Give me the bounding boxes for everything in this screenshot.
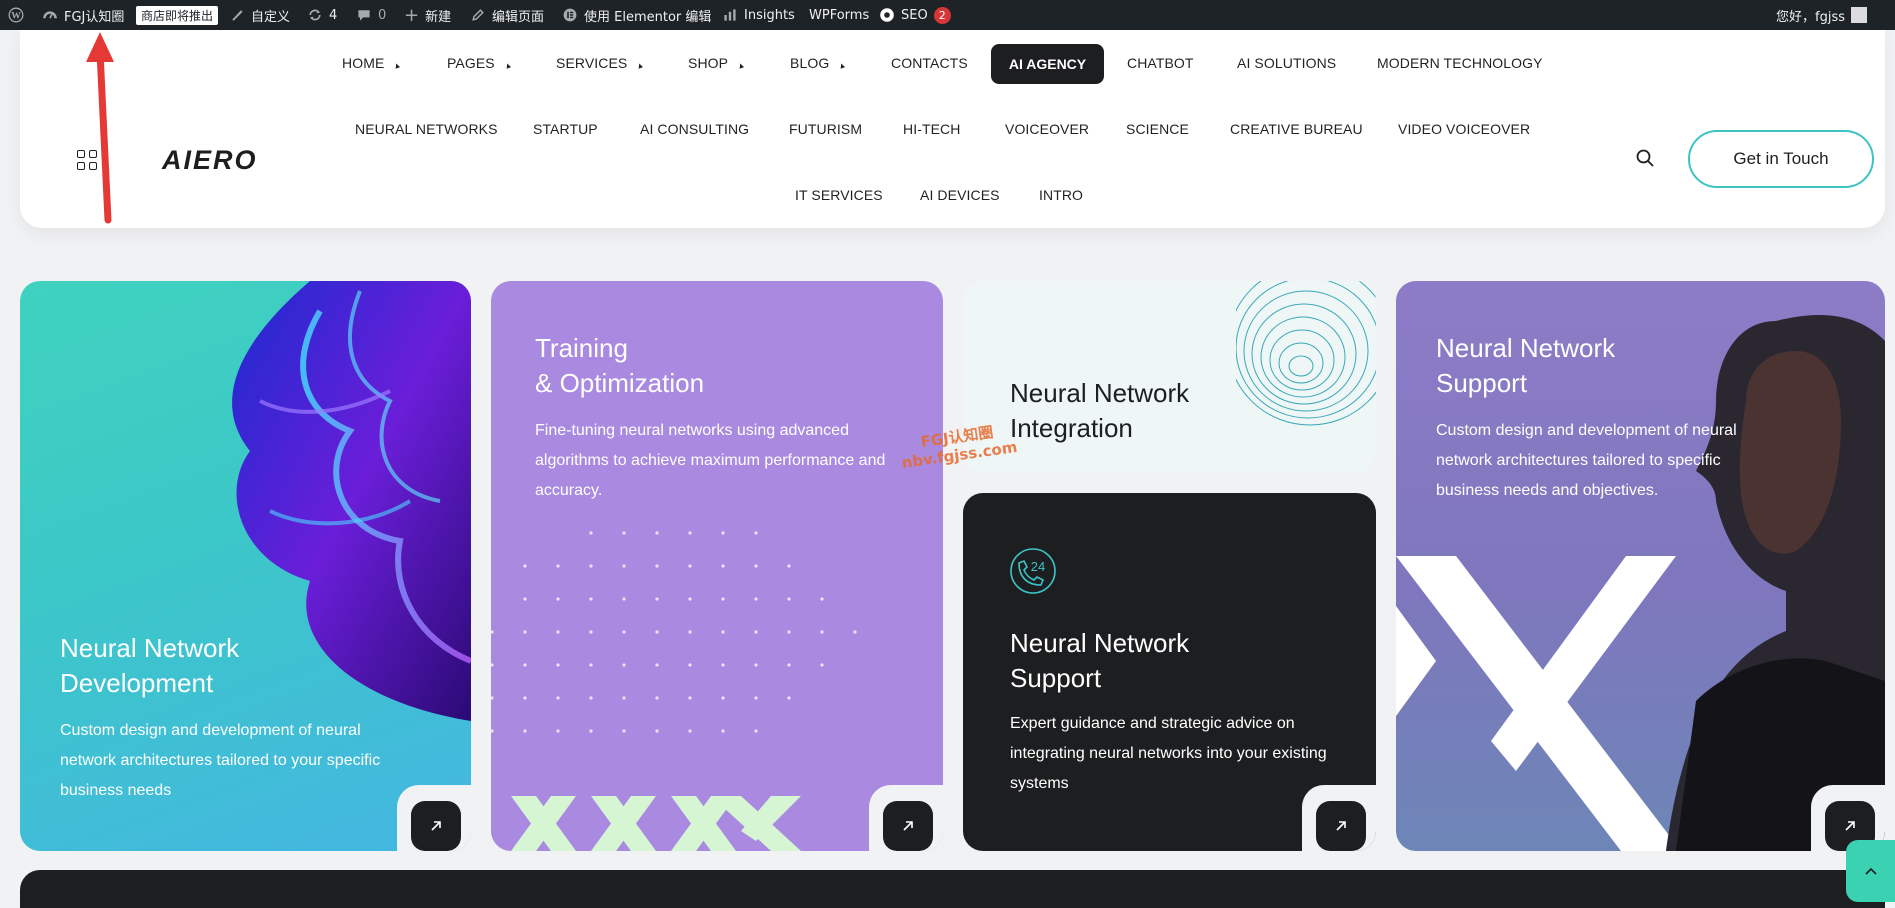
service-card-integration[interactable]: Neural Network Integration bbox=[963, 281, 1376, 473]
comment-icon bbox=[358, 10, 370, 21]
nav-creative-bureau[interactable]: CREATIVE BUREAU bbox=[1230, 121, 1363, 137]
site-logo[interactable]: AIERO bbox=[162, 145, 258, 176]
nav-modern-technology[interactable]: MODERN TECHNOLOGY bbox=[1377, 55, 1543, 71]
wordpress-logo-icon[interactable]: W bbox=[8, 0, 24, 30]
nav-shop[interactable]: SHOP ▲ bbox=[688, 55, 747, 72]
service-card-support-dark[interactable]: 24 Neural Network Support Expert guidanc… bbox=[963, 493, 1376, 851]
nav-ai-consulting[interactable]: AI CONSULTING bbox=[640, 121, 749, 137]
site-name: FGJ认知圈 bbox=[64, 9, 125, 25]
dashboard-icon bbox=[43, 11, 57, 19]
nav-contacts[interactable]: CONTACTS bbox=[891, 55, 968, 71]
nav-startup[interactable]: STARTUP bbox=[533, 121, 598, 137]
nav-ai-devices[interactable]: AI DEVICES bbox=[920, 187, 1000, 203]
search-icon[interactable] bbox=[1635, 148, 1655, 168]
edit-page-link[interactable]: 编辑页面 bbox=[470, 0, 544, 30]
wpforms-label: WPForms bbox=[809, 7, 870, 23]
card-title: Neural Network Integration bbox=[1010, 378, 1190, 443]
insights-label: Insights bbox=[744, 7, 795, 23]
nav-home[interactable]: HOME ▲ bbox=[342, 55, 403, 72]
dark-section bbox=[20, 870, 1885, 908]
card-description: Custom design and development of neural … bbox=[60, 722, 381, 799]
annotation-arrow-icon bbox=[86, 32, 114, 224]
nav-pages[interactable]: PAGES ▲ bbox=[447, 55, 514, 72]
nav-services[interactable]: SERVICES ▲ bbox=[556, 55, 646, 72]
admin-bar: W FGJ认知圈 商店即将推出 自定义 4 0 + 新建 编辑页面 使用 Ele… bbox=[0, 0, 1895, 30]
nav-it-services[interactable]: IT SERVICES bbox=[795, 187, 883, 203]
concentric-rings-icon bbox=[1236, 281, 1376, 426]
nav-video-voiceover[interactable]: VIDEO VOICEOVER bbox=[1398, 121, 1530, 137]
brush-icon bbox=[232, 10, 243, 21]
wpforms-link[interactable]: WPForms bbox=[809, 0, 869, 30]
nav-neural-networks[interactable]: NEURAL NETWORKS bbox=[355, 121, 498, 137]
card-title: Training & Optimization bbox=[535, 333, 705, 398]
updates-link[interactable]: 4 bbox=[307, 0, 337, 30]
seo-gear-icon bbox=[880, 8, 894, 22]
scroll-to-top-button[interactable] bbox=[1846, 840, 1895, 902]
nav-ai-solutions[interactable]: AI SOLUTIONS bbox=[1237, 55, 1336, 71]
new-label: 新建 bbox=[425, 9, 452, 25]
card-title: Neural Network Support bbox=[1010, 628, 1190, 693]
comments-count: 0 bbox=[378, 7, 387, 23]
svg-text:W: W bbox=[11, 11, 21, 22]
pencil-icon bbox=[472, 9, 484, 21]
avatar bbox=[1851, 7, 1867, 23]
greeting-label: 您好，fgjss bbox=[1776, 9, 1845, 25]
elementor-edit-link[interactable]: 使用 Elementor 编辑 bbox=[562, 0, 711, 30]
customize-label: 自定义 bbox=[251, 9, 291, 25]
get-in-touch-button[interactable]: Get in Touch bbox=[1688, 130, 1874, 188]
seo-notification-count: 2 bbox=[933, 6, 951, 24]
service-card-support-person[interactable]: Neural Network Support Custom design and… bbox=[1396, 281, 1885, 851]
new-content-menu[interactable]: + 新建 bbox=[404, 0, 451, 30]
service-card-training[interactable]: Training & Optimization Fine-tuning neur… bbox=[491, 281, 943, 851]
elementor-icon bbox=[563, 8, 577, 22]
edit-page-label: 编辑页面 bbox=[492, 9, 545, 25]
arrow-up-right-icon[interactable] bbox=[411, 801, 461, 851]
elementor-edit-label: 使用 Elementor 编辑 bbox=[584, 9, 712, 25]
caret-icon: ▲ bbox=[635, 59, 646, 72]
comments-link[interactable]: 0 bbox=[356, 0, 386, 30]
caret-icon: ▲ bbox=[837, 59, 848, 72]
customize-link[interactable]: 自定义 bbox=[229, 0, 290, 30]
nav-ai-agency[interactable]: AI AGENCY bbox=[991, 44, 1104, 84]
caret-icon: ▲ bbox=[392, 59, 403, 72]
updates-count: 4 bbox=[329, 7, 338, 23]
nav-science[interactable]: SCIENCE bbox=[1126, 121, 1189, 137]
large-x-graphic-icon bbox=[1396, 556, 1681, 851]
nav-intro[interactable]: INTRO bbox=[1039, 187, 1083, 203]
phone-24-icon: 24 bbox=[1010, 548, 1056, 594]
seo-label: SEO bbox=[901, 7, 928, 23]
account-menu[interactable]: 您好，fgjss bbox=[1776, 0, 1867, 30]
abstract-3d-shape-icon bbox=[232, 281, 471, 721]
updates-icon bbox=[309, 9, 321, 21]
nav-voiceover[interactable]: VOICEOVER bbox=[1005, 121, 1089, 137]
card-description: Expert guidance and strategic advice on … bbox=[1010, 715, 1327, 792]
caret-icon: ▲ bbox=[735, 59, 747, 72]
nav-chatbot[interactable]: CHATBOT bbox=[1127, 55, 1194, 71]
caret-icon: ▲ bbox=[502, 59, 514, 72]
seo-link[interactable]: SEO 2 bbox=[879, 0, 951, 30]
card-title: Neural Network Development bbox=[60, 633, 240, 698]
chevron-up-icon bbox=[1864, 867, 1877, 875]
insights-link[interactable]: Insights bbox=[722, 0, 795, 30]
arrow-up-right-icon[interactable] bbox=[883, 801, 933, 851]
person-portrait-icon bbox=[1666, 315, 1885, 851]
bar-chart-icon bbox=[724, 9, 736, 21]
shop-coming-soon-badge[interactable]: 商店即将推出 bbox=[136, 0, 219, 30]
nav-futurism[interactable]: FUTURISM bbox=[789, 121, 862, 137]
service-card-development[interactable]: Neural Network Development Custom design… bbox=[20, 281, 471, 851]
nav-blog[interactable]: BLOG ▲ bbox=[790, 55, 848, 72]
arrow-up-right-icon[interactable] bbox=[1316, 801, 1366, 851]
site-header: AIERO HOME ▲ PAGES ▲ SERVICES ▲ SHOP ▲ BLOG ▲… bbox=[20, 30, 1885, 228]
svg-text:24: 24 bbox=[1031, 559, 1045, 574]
plus-icon: + bbox=[404, 4, 420, 26]
card-description: Custom design and development of neural … bbox=[1436, 422, 1737, 499]
card-title: Neural Network Support bbox=[1436, 333, 1616, 398]
nav-hi-tech[interactable]: HI-TECH bbox=[903, 121, 960, 137]
card-description: Fine-tuning neural networks using advanc… bbox=[535, 422, 886, 499]
site-name-menu[interactable]: FGJ认知圈 bbox=[42, 0, 124, 30]
